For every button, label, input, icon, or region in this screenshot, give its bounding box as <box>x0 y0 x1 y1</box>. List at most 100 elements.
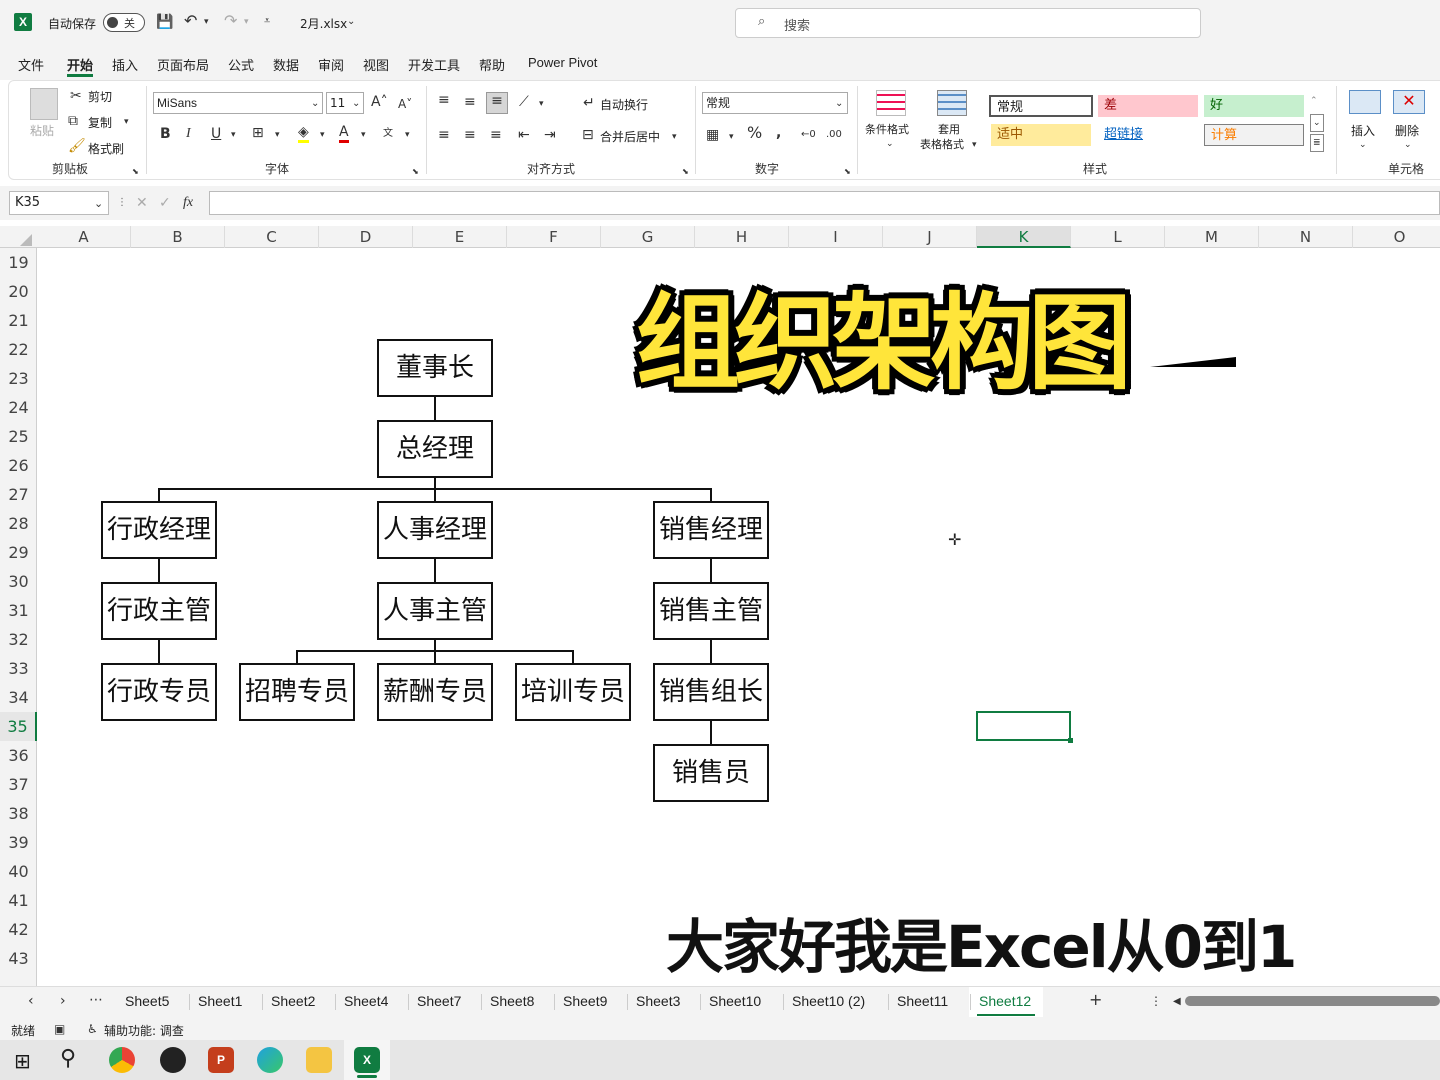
bold-icon[interactable]: B <box>160 126 171 142</box>
decrease-font-icon[interactable]: A˅ <box>398 96 412 112</box>
font-size-chevron-icon[interactable]: ⌄ <box>352 96 360 112</box>
cancel-icon[interactable]: ✕ <box>136 195 148 211</box>
row-header-26[interactable]: 26 <box>0 451 37 480</box>
org-node-recruiter[interactable]: 招聘专员 <box>239 663 355 721</box>
format-as-table-icon[interactable] <box>937 90 967 116</box>
align-right-icon[interactable]: ≡ <box>490 127 502 143</box>
decrease-decimal-icon[interactable]: .00 <box>826 127 842 143</box>
undo-dropdown-icon[interactable]: ▾ <box>204 14 209 30</box>
number-format-combo[interactable]: 常规 <box>702 92 848 114</box>
row-header-36[interactable]: 36 <box>0 741 37 770</box>
row-header-43[interactable]: 43 <box>0 944 37 973</box>
more-tabs-icon[interactable]: ⋯ <box>89 992 103 1008</box>
column-header-n[interactable]: N <box>1259 226 1353 248</box>
org-node-sales-manager[interactable]: 销售经理 <box>653 501 769 559</box>
accounting-dropdown-icon[interactable]: ▾ <box>729 129 734 145</box>
font-color-icon[interactable]: A <box>339 124 349 143</box>
menu-insert[interactable]: 插入 <box>112 55 138 74</box>
filename[interactable]: 2月.xlsx <box>300 15 347 32</box>
underline-dropdown-icon[interactable]: ▾ <box>231 127 236 143</box>
menu-review[interactable]: 审阅 <box>318 55 344 74</box>
format-as-table-line1[interactable]: 套用 <box>938 121 960 137</box>
menu-page-layout[interactable]: 页面布局 <box>157 55 209 74</box>
enter-icon[interactable]: ✓ <box>159 195 171 211</box>
copy-dropdown-icon[interactable]: ▾ <box>124 114 129 130</box>
menu-help[interactable]: 帮助 <box>479 55 505 74</box>
align-top-icon[interactable]: ≡ <box>438 92 450 108</box>
insert-cells-icon[interactable] <box>1349 90 1381 114</box>
column-header-j[interactable]: J <box>883 226 977 248</box>
add-sheet-icon[interactable]: + <box>1089 992 1102 1008</box>
accessibility-status[interactable]: 辅助功能: 调查 <box>104 1022 184 1039</box>
italic-icon[interactable]: I <box>186 126 191 142</box>
fill-color-icon[interactable]: ◈ <box>298 124 309 143</box>
row-header-34[interactable]: 34 <box>0 683 37 712</box>
paste-icon[interactable] <box>30 88 58 120</box>
column-header-k[interactable]: K <box>977 226 1071 248</box>
alignment-launcher-icon[interactable]: ⬊ <box>682 164 689 180</box>
styles-scroll-up-icon[interactable]: ⌃ <box>1310 93 1318 109</box>
row-header-19[interactable]: 19 <box>0 248 37 277</box>
font-name-combo[interactable]: MiSans <box>153 92 323 114</box>
format-as-table-dropdown-icon[interactable]: ▾ <box>972 137 977 153</box>
column-header-e[interactable]: E <box>413 226 507 248</box>
row-header-41[interactable]: 41 <box>0 886 37 915</box>
sheet-tab-sheet12[interactable]: Sheet12 <box>979 993 1031 1009</box>
app-recorder-icon[interactable] <box>160 1047 186 1073</box>
format-painter-icon[interactable]: 🖌 <box>68 138 86 154</box>
style-calculation[interactable]: 计算 <box>1204 124 1304 146</box>
column-header-a[interactable]: A <box>37 226 131 248</box>
row-header-22[interactable]: 22 <box>0 335 37 364</box>
chrome-icon[interactable] <box>109 1047 135 1073</box>
menu-data[interactable]: 数据 <box>273 55 299 74</box>
org-node-training-specialist[interactable]: 培训专员 <box>515 663 631 721</box>
column-header-m[interactable]: M <box>1165 226 1259 248</box>
column-header-c[interactable]: C <box>225 226 319 248</box>
name-box-chevron-icon[interactable]: ⌄ <box>94 196 103 212</box>
number-format-chevron-icon[interactable]: ⌄ <box>835 96 843 112</box>
excel-taskbar-icon[interactable]: X <box>354 1047 380 1073</box>
org-node-payroll-specialist[interactable]: 薪酬专员 <box>377 663 493 721</box>
row-header-20[interactable]: 20 <box>0 277 37 306</box>
increase-font-icon[interactable]: A˄ <box>371 94 388 110</box>
font-color-dropdown-icon[interactable]: ▾ <box>361 127 366 143</box>
menu-view[interactable]: 视图 <box>363 55 389 74</box>
copy-icon[interactable]: ⧉ <box>68 113 78 129</box>
sheet-tab-sheet7[interactable]: Sheet7 <box>417 993 461 1009</box>
sheet-tab-sheet11[interactable]: Sheet11 <box>897 993 948 1009</box>
org-node-sales-rep[interactable]: 销售员 <box>653 744 769 802</box>
orientation-dropdown-icon[interactable]: ▾ <box>539 96 544 112</box>
macro-record-icon[interactable]: ▣ <box>54 1021 65 1037</box>
comma-icon[interactable]: , <box>776 125 781 141</box>
file-explorer-icon[interactable] <box>306 1047 332 1073</box>
delete-cells-icon[interactable]: ✕ <box>1393 90 1425 114</box>
column-header-i[interactable]: I <box>789 226 883 248</box>
autosave-toggle[interactable]: 关 <box>103 13 145 32</box>
column-header-l[interactable]: L <box>1071 226 1165 248</box>
row-header-37[interactable]: 37 <box>0 770 37 799</box>
number-launcher-icon[interactable]: ⬊ <box>844 164 851 180</box>
row-header-35[interactable]: 35 <box>0 712 37 741</box>
sheet-tab-sheet2[interactable]: Sheet2 <box>271 993 315 1009</box>
sheet-tab-sheet9[interactable]: Sheet9 <box>563 993 607 1009</box>
org-node-general-manager[interactable]: 总经理 <box>377 420 493 478</box>
row-header-33[interactable]: 33 <box>0 654 37 683</box>
increase-decimal-icon[interactable]: ←0 <box>801 127 816 143</box>
format-painter-button[interactable]: 格式刷 <box>88 140 124 157</box>
sheet-tab-sheet3[interactable]: Sheet3 <box>636 993 680 1009</box>
menu-file[interactable]: 文件 <box>18 55 44 74</box>
formula-bar-options-icon[interactable]: ⋮ <box>117 195 127 211</box>
column-header-b[interactable]: B <box>131 226 225 248</box>
wrap-text-button[interactable]: 自动换行 <box>600 96 648 113</box>
insert-cells-dropdown-icon[interactable]: ⌄ <box>1359 137 1367 153</box>
row-header-28[interactable]: 28 <box>0 509 37 538</box>
row-header-42[interactable]: 42 <box>0 915 37 944</box>
phonetic-icon[interactable]: 文 <box>383 126 393 142</box>
save-icon[interactable]: 💾 <box>156 14 173 30</box>
decrease-indent-icon[interactable]: ⇤ <box>518 127 530 143</box>
column-header-d[interactable]: D <box>319 226 413 248</box>
conditional-format-button[interactable]: 条件格式 <box>865 121 909 137</box>
style-bad[interactable]: 差 <box>1098 95 1198 117</box>
font-name-chevron-icon[interactable]: ⌄ <box>311 96 319 112</box>
align-bottom-icon[interactable]: ≡ <box>486 92 508 114</box>
